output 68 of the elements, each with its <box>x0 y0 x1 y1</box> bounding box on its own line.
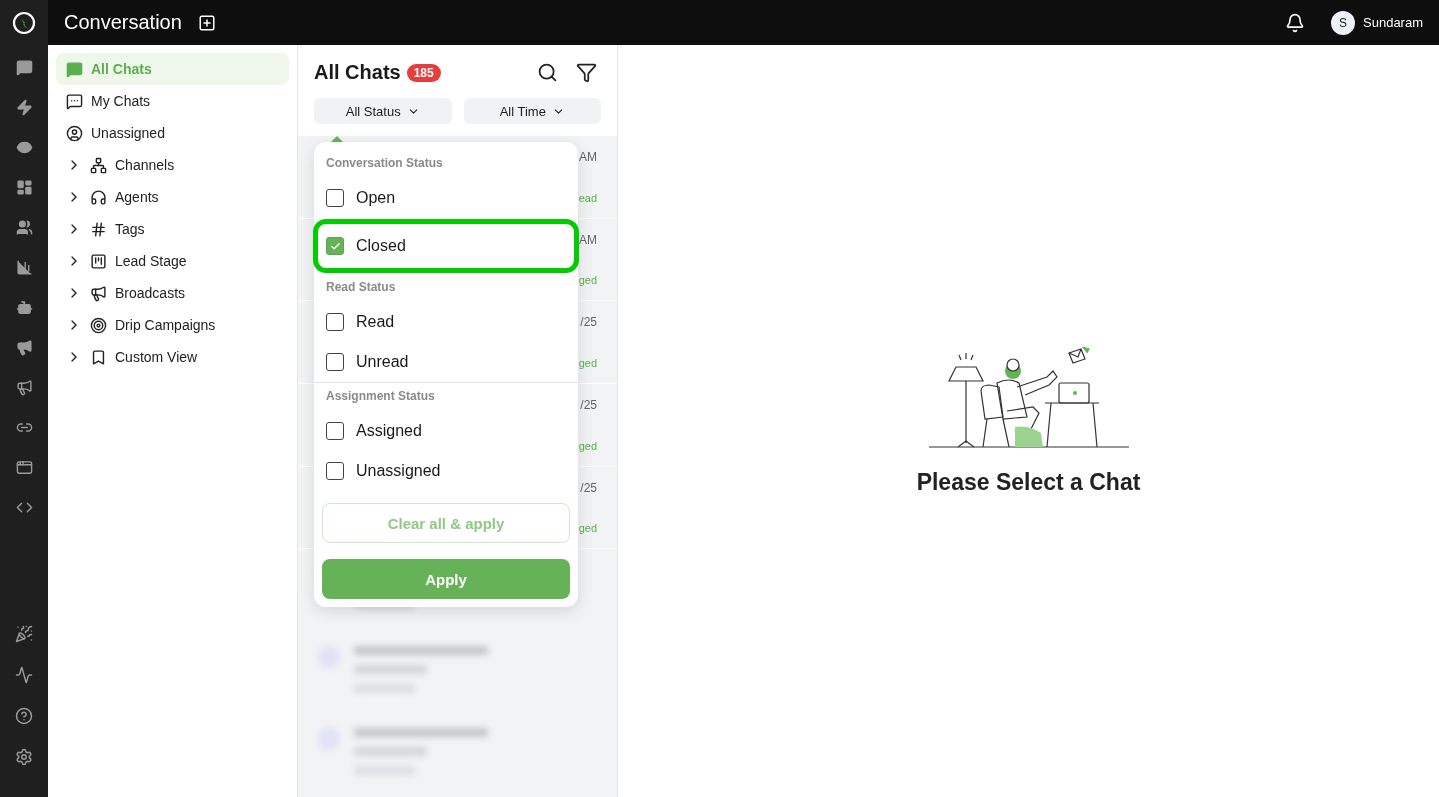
bookmark-icon <box>90 348 107 366</box>
sidebar-item[interactable]: My Chats <box>56 85 289 117</box>
target-icon <box>90 316 107 334</box>
user-circle-icon <box>66 124 83 142</box>
chat-status: ged <box>578 274 597 287</box>
filter-dropdown[interactable]: All Status <box>314 98 452 124</box>
status-option[interactable]: Unread <box>322 342 570 382</box>
chat-time: /25 <box>580 480 597 495</box>
sidebar-item[interactable]: Drip Campaigns <box>56 309 289 341</box>
sidebar-item[interactable]: Lead Stage <box>56 245 289 277</box>
chat-dots-icon <box>66 92 83 110</box>
filter-dropdown[interactable]: All Time <box>463 98 601 124</box>
checkbox[interactable] <box>326 462 344 480</box>
pulse-icon[interactable] <box>14 665 34 685</box>
chat-icon[interactable] <box>14 57 34 77</box>
status-option[interactable]: Open <box>322 178 570 218</box>
sidebar-item[interactable]: Broadcasts <box>56 277 289 309</box>
network-icon <box>90 156 107 174</box>
chat-icon <box>66 60 83 78</box>
add-icon[interactable] <box>197 13 216 32</box>
settings-icon[interactable] <box>14 747 34 767</box>
checkbox[interactable] <box>326 313 344 331</box>
sidebar-item[interactable]: Channels <box>56 149 289 181</box>
status-option[interactable]: Assigned <box>322 411 570 451</box>
dashboard-icon[interactable] <box>14 177 34 197</box>
checkbox[interactable] <box>326 189 344 207</box>
chat-time: /25 <box>580 315 597 330</box>
chat-status: ged <box>578 439 597 452</box>
chat-status: ged <box>578 522 597 535</box>
status-option[interactable]: Unassigned <box>322 451 570 491</box>
help-icon[interactable] <box>14 706 34 726</box>
megaphone-icon <box>90 284 107 302</box>
sidebar-item[interactable]: Custom View <box>56 341 289 373</box>
check-icon <box>329 240 341 252</box>
party-popper-icon[interactable] <box>14 624 34 644</box>
checkbox[interactable] <box>326 422 344 440</box>
group-title: Read Status <box>325 279 397 296</box>
group-title: Conversation Status <box>325 155 444 172</box>
logo-icon[interactable] <box>12 10 36 35</box>
bell-icon[interactable] <box>1285 12 1305 33</box>
filter-plus-icon[interactable] <box>576 62 597 83</box>
chat-status: ead <box>578 191 597 204</box>
checkbox[interactable] <box>326 237 344 255</box>
headset-icon <box>90 188 107 206</box>
users-icon[interactable] <box>14 217 34 237</box>
count-badge: 185 <box>406 63 441 82</box>
user-name: Sundaram <box>1363 15 1423 30</box>
status-option[interactable]: Closed <box>316 222 576 270</box>
megaphone-icon[interactable] <box>14 337 34 357</box>
hash-icon <box>90 220 107 238</box>
bolt-icon[interactable] <box>14 97 34 117</box>
status-option[interactable]: Read <box>322 302 570 342</box>
chat-time: AM <box>579 150 597 164</box>
page-title: Conversation <box>64 11 182 34</box>
checkbox[interactable] <box>326 353 344 371</box>
sidebar-item[interactable]: Tags <box>56 213 289 245</box>
group-title: Assignment Status <box>325 388 436 405</box>
search-icon[interactable] <box>537 62 558 83</box>
sidebar-item[interactable]: Unassigned <box>56 117 289 149</box>
board-icon <box>90 252 107 270</box>
chat-status: ged <box>578 356 597 369</box>
megaphone-icon[interactable] <box>14 377 34 397</box>
chat-time: AM <box>579 232 597 247</box>
chat-time: /25 <box>580 397 597 412</box>
sidebar-item[interactable]: Agents <box>56 181 289 213</box>
user-avatar[interactable]: S <box>1331 10 1355 35</box>
list-title: All Chats <box>314 61 401 84</box>
empty-state-message: Please Select a Chat <box>916 468 1141 496</box>
